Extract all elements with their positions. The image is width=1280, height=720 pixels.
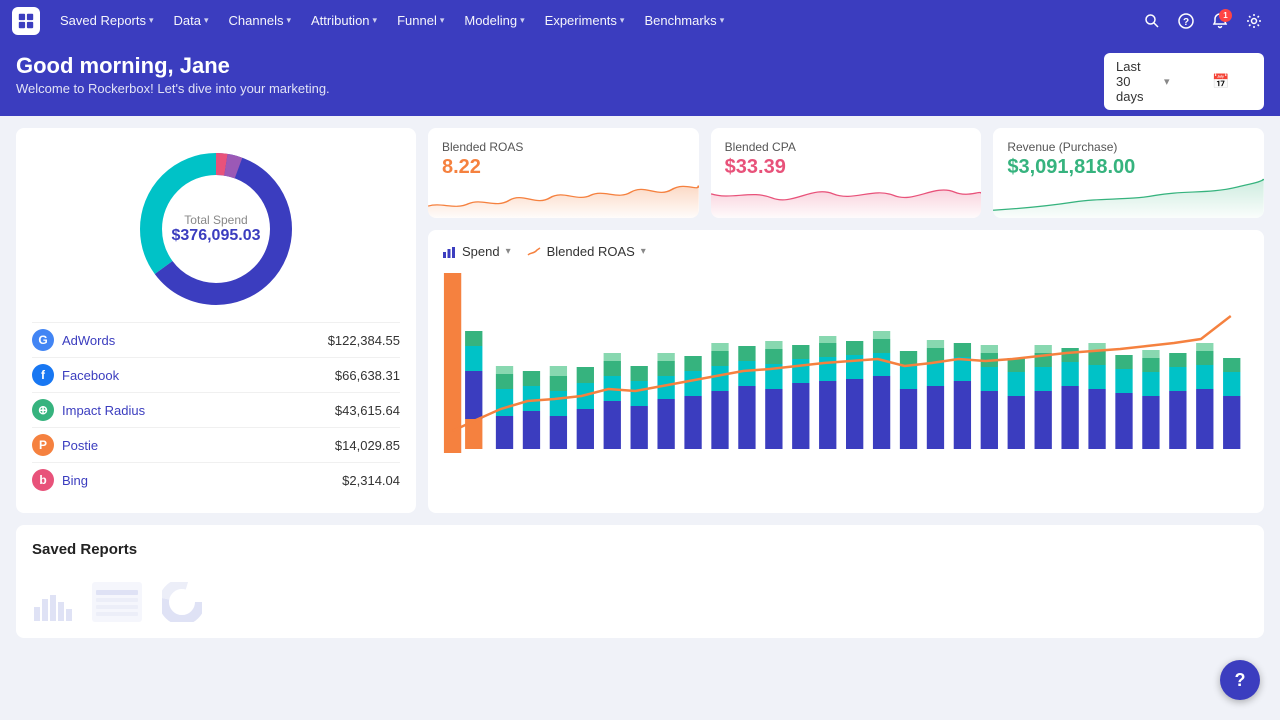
donut-center: Total Spend $376,095.03 <box>172 213 261 245</box>
nav-chevron-data: ▾ <box>204 15 209 26</box>
nav-chevron-attribution: ▾ <box>373 15 378 26</box>
report-preview-2 <box>92 582 142 622</box>
channel-list: G AdWords $122,384.55 f Facebook $66,638… <box>32 322 400 497</box>
kpi-revenue: Revenue (Purchase) $3,091,818.00 <box>993 128 1264 218</box>
nav-funnel[interactable]: Funnel ▾ <box>389 9 452 32</box>
nav-chevron-experiments: ▾ <box>620 15 625 26</box>
kpi-blended-cpa-title: Blended CPA <box>725 140 968 154</box>
facebook-icon: f <box>32 364 54 386</box>
postie-icon: P <box>32 434 54 456</box>
app-logo <box>12 7 40 35</box>
kpi-blended-cpa: Blended CPA $33.39 <box>711 128 982 218</box>
svg-text:?: ? <box>1183 17 1189 28</box>
search-button[interactable] <box>1138 7 1166 35</box>
nav-benchmarks[interactable]: Benchmarks ▾ <box>636 9 732 32</box>
help-nav-button[interactable]: ? <box>1172 7 1200 35</box>
channel-name-adwords[interactable]: AdWords <box>62 333 320 348</box>
page-greeting: Good morning, Jane <box>16 53 1264 79</box>
channel-item-postie: P Postie $14,029.85 <box>32 427 400 462</box>
saved-reports-title: Saved Reports <box>32 541 1248 558</box>
report-preview-pie-icon <box>162 582 202 622</box>
nav-icon-group: ? 1 <box>1138 7 1268 35</box>
bar-chart-icon <box>442 245 456 259</box>
channel-value-bing: $2,314.04 <box>342 473 400 488</box>
calendar-icon: 📅 <box>1212 73 1252 90</box>
settings-button[interactable] <box>1240 7 1268 35</box>
page-header: Good morning, Jane Welcome to Rockerbox!… <box>0 41 1280 116</box>
channel-item-impact: ⊕ Impact Radius $43,615.64 <box>32 392 400 427</box>
main-chart-card: Spend ▾ Blended ROAS ▾ <box>428 230 1264 513</box>
date-filter-chevron: ▾ <box>1164 75 1204 88</box>
date-filter[interactable]: Last 30 days ▾ 📅 <box>1104 53 1264 110</box>
kpi-blended-roas-title: Blended ROAS <box>442 140 685 154</box>
nav-data[interactable]: Data ▾ <box>166 9 217 32</box>
saved-reports-section: Saved Reports <box>16 525 1264 638</box>
chart-controls: Spend ▾ Blended ROAS ▾ <box>442 244 1250 259</box>
report-preview-3 <box>162 582 202 622</box>
combined-chart <box>442 271 1250 491</box>
spend-toggle[interactable]: Spend ▾ <box>442 244 511 259</box>
navbar: Saved Reports ▾ Data ▾ Channels ▾ Attrib… <box>0 0 1280 41</box>
nav-chevron-modeling: ▾ <box>520 15 525 26</box>
line-chart-icon <box>527 245 541 259</box>
report-preview-bar-icon <box>32 587 72 622</box>
channel-name-postie[interactable]: Postie <box>62 438 327 453</box>
date-filter-label: Last 30 days <box>1116 59 1156 104</box>
channel-name-facebook[interactable]: Facebook <box>62 368 327 383</box>
right-panel: Blended ROAS 8.22 Blended CPA $33.39 <box>428 128 1264 513</box>
channel-value-postie: $14,029.85 <box>335 438 400 453</box>
page-subtitle: Welcome to Rockerbox! Let's dive into yo… <box>16 81 1264 96</box>
channel-value-adwords: $122,384.55 <box>328 333 400 348</box>
saved-reports-previews <box>32 574 1248 622</box>
notification-badge: 1 <box>1219 9 1232 22</box>
channel-value-impact: $43,615.64 <box>335 403 400 418</box>
left-panel: Total Spend $376,095.03 G AdWords $122,3… <box>16 128 416 513</box>
nav-modeling[interactable]: Modeling ▾ <box>456 9 532 32</box>
adwords-icon: G <box>32 329 54 351</box>
nav-chevron-benchmarks: ▾ <box>720 15 725 26</box>
kpi-blended-roas: Blended ROAS 8.22 <box>428 128 699 218</box>
report-preview-table-icon <box>92 582 142 622</box>
channel-value-facebook: $66,638.31 <box>335 368 400 383</box>
impact-icon: ⊕ <box>32 399 54 421</box>
roas-caret: ▾ <box>641 246 646 257</box>
channel-name-impact[interactable]: Impact Radius <box>62 403 327 418</box>
channel-name-bing[interactable]: Bing <box>62 473 334 488</box>
channel-item-facebook: f Facebook $66,638.31 <box>32 357 400 392</box>
spend-caret: ▾ <box>506 246 511 257</box>
kpi-row: Blended ROAS 8.22 Blended CPA $33.39 <box>428 128 1264 218</box>
bing-icon: b <box>32 469 54 491</box>
channel-item-bing: b Bing $2,314.04 <box>32 462 400 497</box>
nav-attribution[interactable]: Attribution ▾ <box>303 9 385 32</box>
channel-item-adwords: G AdWords $122,384.55 <box>32 322 400 357</box>
nav-channels[interactable]: Channels ▾ <box>221 9 299 32</box>
donut-chart: Total Spend $376,095.03 <box>131 144 301 314</box>
nav-saved-reports[interactable]: Saved Reports ▾ <box>52 9 162 32</box>
nav-experiments[interactable]: Experiments ▾ <box>537 9 633 32</box>
nav-chevron-saved-reports: ▾ <box>149 15 154 26</box>
main-content: Total Spend $376,095.03 G AdWords $122,3… <box>0 116 1280 525</box>
nav-chevron-funnel: ▾ <box>440 15 445 26</box>
help-fab-button[interactable]: ? <box>1220 660 1260 700</box>
roas-toggle[interactable]: Blended ROAS ▾ <box>527 244 646 259</box>
nav-chevron-channels: ▾ <box>286 15 291 26</box>
report-preview-1 <box>32 587 72 622</box>
notifications-button[interactable]: 1 <box>1206 7 1234 35</box>
kpi-revenue-title: Revenue (Purchase) <box>1007 140 1250 154</box>
